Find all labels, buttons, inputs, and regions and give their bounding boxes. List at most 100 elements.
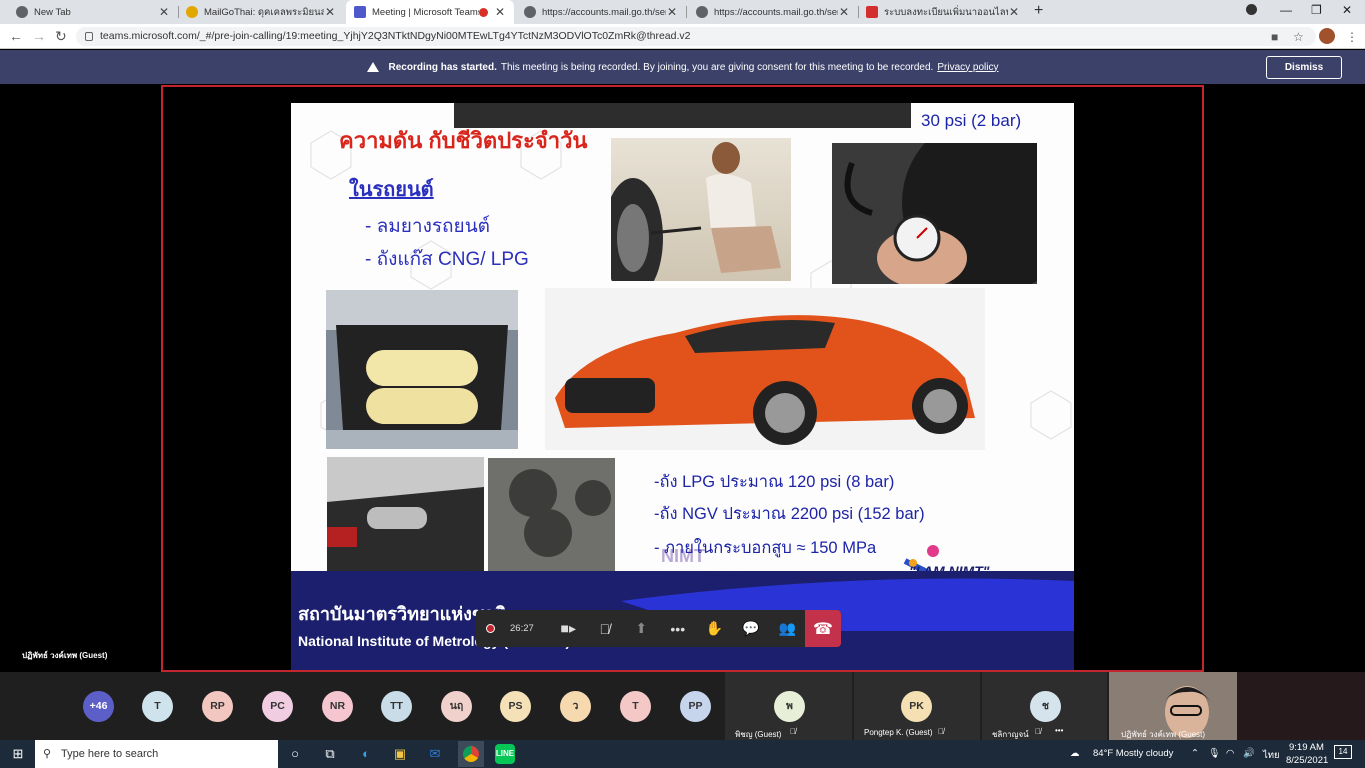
shared-slide: ความดัน กับชีวิตประจำวัน 30 psi (2 bar) … [291, 103, 1074, 670]
browser-tab[interactable]: https://accounts.mail.go.th/servic ✕ [688, 0, 858, 24]
participants-button[interactable]: 👥 [769, 610, 806, 647]
forward-icon[interactable]: → [32, 28, 46, 44]
gem-icon [866, 6, 878, 18]
participant-avatar: ช [1030, 691, 1061, 722]
window-close-button[interactable]: ✕ [1342, 3, 1352, 17]
tire-pressure-label: 30 psi (2 bar) [921, 111, 1022, 130]
browser-tab[interactable]: ระบบลงทะเบียนเพิ่มนาออนไลน์ : ✕ [858, 0, 1028, 24]
sports-car-photo [545, 288, 985, 450]
banner-text: This meeting is being recorded. By joini… [500, 61, 934, 73]
store-icon[interactable]: ▣ [390, 744, 410, 764]
mic-off-icon: 🎙̸ [790, 727, 796, 736]
privacy-policy-link[interactable]: Privacy policy [937, 62, 998, 73]
participant-avatar[interactable]: PP [680, 691, 711, 722]
participant-avatar[interactable]: T [620, 691, 651, 722]
microphone-icon[interactable]: 🎙 [1208, 748, 1220, 759]
hand-icon: ✋ [705, 620, 723, 636]
slide-bullet: - ถังแก๊ส CNG/ LPG [365, 249, 529, 270]
mute-button[interactable]: 🎙̸ [587, 610, 624, 647]
chrome-taskbar-icon[interactable] [458, 741, 484, 767]
recording-dot-icon [479, 7, 488, 17]
edge-icon[interactable]: ◐ [356, 744, 376, 764]
task-view-icon[interactable]: ⧉ [320, 744, 340, 764]
browser-tab-strip: New Tab ✕ MailGoThai: ดุคเคลพระมิยนสำหรั… [0, 0, 1365, 24]
tire-gauge-photo [832, 143, 1037, 284]
mic-off-icon: 🎙̸ [599, 620, 611, 637]
browser-tab[interactable]: https://accounts.mail.go.th/servic ✕ [516, 0, 686, 24]
close-icon[interactable]: ✕ [838, 5, 850, 19]
weather-text[interactable]: 84°F Mostly cloudy [1093, 748, 1173, 759]
line-icon[interactable]: LINE [495, 744, 515, 764]
occluding-overlay [454, 103, 911, 128]
participant-avatar[interactable]: ว [560, 691, 591, 722]
menu-icon[interactable]: ⋮ [1346, 30, 1358, 44]
slide-subtitle: ในรถยนต์ [349, 179, 434, 201]
minimize-button[interactable]: — [1280, 3, 1292, 17]
wifi-icon[interactable]: ◠ [1226, 748, 1234, 759]
reload-icon[interactable]: ↻ [55, 28, 67, 45]
profile-icon[interactable] [1246, 4, 1257, 15]
more-icon[interactable]: ••• [1055, 726, 1063, 735]
volume-icon[interactable]: 🔊 [1243, 748, 1255, 759]
windows-start-icon[interactable]: ⊞ [8, 744, 28, 764]
call-controls: 26:27 ■▸ 🎙̸ ⬆ ••• ✋ 💬 👥 ☎ [476, 610, 841, 647]
close-icon[interactable]: ✕ [324, 5, 336, 19]
mail-icon[interactable]: ✉ [425, 744, 445, 764]
tire-inflation-photo [611, 138, 791, 281]
dismiss-button[interactable]: Dismiss [1266, 56, 1342, 79]
close-icon[interactable]: ✕ [1008, 5, 1020, 19]
maximize-button[interactable]: ❐ [1311, 3, 1322, 17]
participant-avatar[interactable]: PS [500, 691, 531, 722]
participant-avatar[interactable]: TT [381, 691, 412, 722]
lock-icon [85, 32, 93, 41]
browser-tab[interactable]: MailGoThai: ดุคเคลพระมิยนสำหรับ ม ✕ [178, 0, 344, 24]
engine-cylinder-photo [488, 458, 615, 575]
browser-tab-active[interactable]: Meeting | Microsoft Teams ✕ [346, 0, 514, 24]
cortana-icon[interactable]: ○ [285, 744, 305, 764]
close-icon[interactable]: ✕ [158, 5, 170, 19]
close-icon[interactable]: ✕ [494, 5, 506, 19]
share-button[interactable]: ⬆ [623, 610, 660, 647]
clock-date[interactable]: 8/25/2021 [1286, 755, 1328, 766]
camera-participant-name: ปฏิพัทธ์ วงค์เทพ (Guest) [1121, 730, 1206, 739]
close-icon[interactable]: ✕ [666, 5, 678, 19]
recording-icon [486, 624, 495, 633]
overflow-participants-badge[interactable]: +46 [83, 691, 114, 722]
participant-avatar[interactable]: นฤ [441, 691, 472, 722]
more-actions-button[interactable]: ••• [660, 610, 697, 647]
back-icon[interactable]: ← [9, 28, 23, 44]
call-timer: 26:27 [510, 623, 534, 634]
chrome-icon [463, 746, 479, 762]
tab-title: Meeting | Microsoft Teams [372, 6, 479, 18]
taskbar-search[interactable]: ⚲ Type here to search [35, 740, 278, 768]
hang-up-button[interactable]: ☎ [805, 610, 841, 647]
participant-avatar[interactable]: RP [202, 691, 233, 722]
chevron-up-icon[interactable]: ⌃ [1191, 748, 1199, 759]
lpg-pressure-text: -ถัง LPG ประมาณ 120 psi (8 bar) [654, 473, 895, 491]
tab-title: https://accounts.mail.go.th/servic [542, 6, 666, 18]
clock-time[interactable]: 9:19 AM [1289, 742, 1324, 753]
participant-avatar[interactable]: T [142, 691, 173, 722]
notification-center-icon[interactable]: 14 [1334, 745, 1352, 759]
address-bar[interactable]: teams.microsoft.com/_#/pre-join-calling/… [76, 27, 1316, 46]
chat-button[interactable]: 💬 [733, 610, 770, 647]
tab-title: MailGoThai: ดุคเคลพระมิยนสำหรับ ม [204, 6, 324, 18]
search-icon: ⚲ [43, 748, 52, 760]
participant-avatar[interactable]: PC [262, 691, 293, 722]
raise-hand-button[interactable]: ✋ [696, 610, 733, 647]
empty-tile [1238, 672, 1365, 740]
tab-title: ระบบลงทะเบียนเพิ่มนาออนไลน์ : [884, 6, 1008, 18]
camera-toggle-button[interactable]: ■▸ [550, 610, 587, 647]
new-tab-button[interactable]: + [1034, 2, 1043, 20]
star-icon[interactable]: ☆ [1293, 30, 1304, 44]
participant-avatar[interactable]: NR [322, 691, 353, 722]
gas-tank-trunk-photo [326, 290, 518, 449]
cylinder-pressure-text: - ภายในกระบอกสูบ ≈ 150 MPa [654, 539, 877, 557]
warning-icon [366, 62, 379, 72]
presenter-name: ปฏิพัทธ์ วงค์เทพ (Guest) [22, 651, 108, 660]
browser-tab[interactable]: New Tab ✕ [8, 0, 178, 24]
language-indicator[interactable]: ไทย [1263, 748, 1280, 763]
share-tray-icon: ⬆ [635, 620, 648, 636]
profile-avatar[interactable] [1319, 28, 1335, 44]
camera-icon[interactable]: ■ [1271, 30, 1278, 44]
